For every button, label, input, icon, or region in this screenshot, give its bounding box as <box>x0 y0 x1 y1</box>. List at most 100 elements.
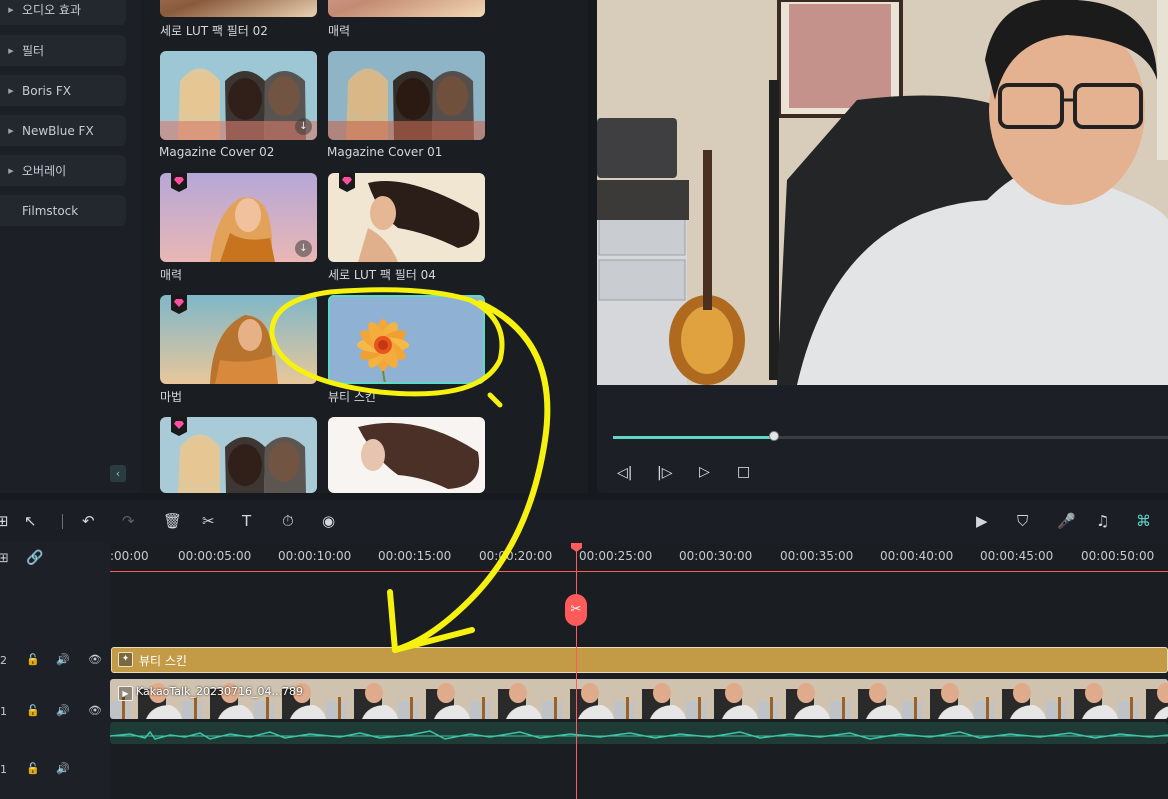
marker-icon[interactable]: ⛉ <box>1017 512 1028 530</box>
sidebar-item-filmstock[interactable]: Filmstock <box>0 195 126 226</box>
track-headers: ⊞ 🔗 2 🔓 🔊 👁 1 🔓 🔊 👁 1 🔓 🔊 <box>0 543 110 799</box>
split-scissors-icon[interactable]: ✂ <box>565 594 587 626</box>
effect-thumbnail[interactable] <box>328 417 485 493</box>
cut-icon[interactable]: ✂ <box>202 512 215 530</box>
render-icon[interactable]: ▶ <box>976 512 988 530</box>
progress-track[interactable] <box>613 431 1168 441</box>
effect-caption: 세로 LUT 팩 필터 02 <box>160 24 268 38</box>
effect-thumbnail[interactable]: ↓ <box>160 51 317 140</box>
ruler-tick-label: 00:00:25:00 <box>579 549 653 563</box>
sidebar-item-label: Filmstock <box>22 203 79 218</box>
eye-icon[interactable]: 👁 <box>88 653 102 666</box>
undo-icon[interactable]: ↶ <box>82 512 95 530</box>
audio-waveform-clip[interactable] <box>110 722 1168 744</box>
effect-thumbnail[interactable] <box>328 0 485 17</box>
playhead[interactable]: ✂ <box>565 543 587 799</box>
lock-icon[interactable]: 🔓 <box>26 762 40 775</box>
lock-icon[interactable]: 🔓 <box>26 653 40 666</box>
stop-button[interactable]: □ <box>737 464 750 480</box>
video-frame-image <box>597 0 1168 385</box>
speaker-icon[interactable]: 🔊 <box>56 704 70 717</box>
sidebar-item-label: 필터 <box>22 44 45 58</box>
play-button[interactable]: ▷ <box>699 464 710 480</box>
eye-icon[interactable]: 👁 <box>88 704 102 717</box>
flower-image <box>328 295 485 384</box>
woman-curly-hair-image <box>328 417 485 493</box>
ruler-tick-label: 00:00:15:00 <box>378 549 452 563</box>
delete-icon[interactable]: 🗑 <box>163 512 182 530</box>
chevron-right-icon: ▶ <box>8 46 14 55</box>
three-women-image <box>160 51 317 140</box>
effect-thumbnail-selected[interactable] <box>328 295 485 384</box>
effect-thumbnail[interactable]: ↓ <box>160 173 317 262</box>
chevron-right-icon: ▶ <box>8 166 14 175</box>
sidebar-item-newblue-fx[interactable]: ▶ NewBlue FX <box>0 115 126 146</box>
video-clip-icon: ▶ <box>118 686 133 701</box>
track-number-2: 2 <box>0 654 7 667</box>
ruler-tick-label: :00:00 <box>110 549 149 563</box>
ruler-tick-label: 00:00:10:00 <box>278 549 352 563</box>
chevron-right-icon: ▶ <box>8 86 14 95</box>
progress-knob[interactable] <box>768 431 779 441</box>
previous-frame-button[interactable]: ◁| <box>617 465 632 481</box>
ruler-tick-label: 00:00:40:00 <box>880 549 954 563</box>
audio-waveform <box>110 730 1168 740</box>
effect-clip-icon: ✦ <box>118 652 133 667</box>
speed-icon[interactable]: ⏱ <box>282 512 294 530</box>
effect-clip[interactable]: ✦ 뷰티 스킨 <box>111 647 1168 673</box>
chevron-right-icon: ▶ <box>8 126 14 135</box>
sidebar-item-overlay[interactable]: ▶ 오버레이 <box>0 155 126 186</box>
effect-thumbnail[interactable] <box>328 173 485 262</box>
ruler-tick-label: 00:00:20:00 <box>479 549 553 563</box>
sidebar-item-label: NewBlue FX <box>22 123 94 138</box>
redo-icon[interactable]: ↷ <box>122 512 135 530</box>
ruler-tick-label: 00:00:05:00 <box>178 549 252 563</box>
effect-caption: Magazine Cover 01 <box>327 145 443 159</box>
effect-thumbnail[interactable] <box>328 51 485 140</box>
preview-panel: ◁| |▷ ▷ □ <box>597 0 1168 493</box>
speaker-icon[interactable]: 🔊 <box>56 762 70 775</box>
snap-icon[interactable]: ⌘ <box>1136 512 1151 530</box>
progress-fill <box>613 436 774 439</box>
next-frame-button[interactable]: |▷ <box>657 465 672 481</box>
toolbar-divider <box>62 514 63 529</box>
audio-track-number: 1 <box>0 763 7 776</box>
effect-thumbnail[interactable] <box>160 417 317 493</box>
video-clip[interactable]: ▶ KakaoTalk_20230716_04...789 <box>110 679 1168 719</box>
link-icon[interactable]: 🔗 <box>26 550 43 566</box>
effects-sidebar: ▶ 오디오 효과 ▶ 필터 ▶ Boris FX ▶ NewBlue FX ▶ 오버레이 … <box>0 0 141 493</box>
layout-icon[interactable]: ⊞ <box>0 512 9 530</box>
add-track-icon[interactable]: ⊞ <box>0 551 9 566</box>
speaker-icon[interactable]: 🔊 <box>56 653 70 666</box>
effect-thumbnail[interactable] <box>160 0 317 17</box>
effect-caption: Magazine Cover 02 <box>159 145 275 159</box>
video-frame <box>597 0 1168 385</box>
time-ruler[interactable]: :00:00 00:00:05:00 00:00:10:00 00:00:15:… <box>110 543 1168 573</box>
mic-icon[interactable]: 🎤 <box>1057 512 1076 530</box>
video-clip-label: KakaoTalk_20230716_04...789 <box>136 685 303 698</box>
select-icon[interactable]: ↖ <box>24 512 37 530</box>
effect-clip-label: 뷰티 스킨 <box>139 654 187 668</box>
sidebar-item-label: 오디오 효과 <box>22 3 82 17</box>
music-icon[interactable]: ♫ <box>1096 512 1109 530</box>
effect-caption: 뷰티 스킨 <box>328 390 376 404</box>
sidebar-item-filter[interactable]: ▶ 필터 <box>0 35 126 66</box>
download-icon[interactable]: ↓ <box>295 118 312 135</box>
effect-caption: 매력 <box>160 268 183 282</box>
three-women-image <box>328 51 485 140</box>
collapse-sidebar-button[interactable]: ‹ <box>110 465 126 482</box>
sidebar-item-boris-fx[interactable]: ▶ Boris FX <box>0 75 126 106</box>
timeline-toolbar: ⊞ ↖ ↶ ↷ 🗑 ✂ T ⏱ ◉ ▶ ⛉ 🎤 ♫ ⌘ <box>0 500 1168 543</box>
download-icon[interactable]: ↓ <box>295 240 312 257</box>
ruler-tick-label: 00:00:50:00 <box>1081 549 1155 563</box>
sidebar-item-label: Boris FX <box>22 83 72 98</box>
track-number-1: 1 <box>0 705 7 718</box>
audio-icon[interactable]: ◉ <box>322 512 335 530</box>
effects-gallery: 세로 LUT 팩 필터 02 매력 ↓ Magazine Cover 02 Ma… <box>141 0 588 493</box>
effect-thumbnail[interactable] <box>160 295 317 384</box>
sidebar-item-audio-effects[interactable]: ▶ 오디오 효과 <box>0 0 126 25</box>
lock-icon[interactable]: 🔓 <box>26 704 40 717</box>
effect-caption: 마법 <box>160 390 183 404</box>
text-icon[interactable]: T <box>242 512 251 530</box>
ruler-tick-label: 00:00:45:00 <box>980 549 1054 563</box>
